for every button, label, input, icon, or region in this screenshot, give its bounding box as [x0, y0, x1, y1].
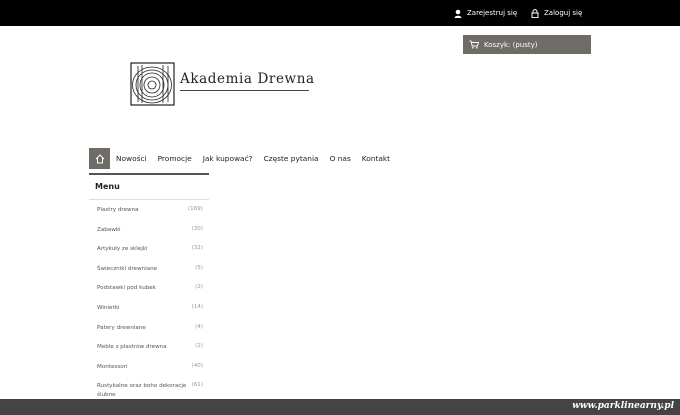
sidebar-item-dekoracje-slubne[interactable]: Rustykalne oraz boho dekoracje ślubne (6… — [89, 376, 209, 400]
sidebar-item-patery[interactable]: Patery drewniane (4) — [89, 318, 209, 338]
nav-item-kontakt[interactable]: Kontakt — [362, 154, 390, 163]
sidebar-item-count: (2) — [195, 343, 203, 350]
sidebar-item-count: (30) — [191, 225, 203, 232]
login-label: Zaloguj się — [544, 9, 583, 17]
sidebar-item-count: (2) — [195, 284, 203, 291]
sidebar-item-swieczniki[interactable]: Świeczniki drewniane (5) — [89, 259, 209, 279]
sidebar-item-label: Rustykalne oraz boho dekoracje ślubne — [97, 383, 187, 399]
nav-item-jak-kupowac[interactable]: Jak kupować? — [203, 154, 253, 163]
sidebar-item-plastry-drewna[interactable]: Plastry drewna (169) — [89, 200, 209, 220]
sidebar-item-zabawki[interactable]: Zabawki (30) — [89, 220, 209, 240]
nav-item-nowosci[interactable]: Nowości — [116, 154, 147, 163]
sidebar-item-winietki[interactable]: Winietki (14) — [89, 298, 209, 318]
watermark-text: www.parklinearny.pl — [572, 401, 674, 411]
lock-icon — [531, 8, 539, 18]
register-label: Zarejestruj się — [467, 9, 518, 17]
sidebar-item-count: (61) — [191, 382, 203, 389]
sidebar-item-label: Winietki — [97, 304, 120, 311]
sidebar-menu: Menu Plastry drewna (169) Zabawki (30) A… — [89, 173, 209, 400]
sidebar-item-label: Zabawki — [97, 226, 121, 233]
main-nav: Nowości Promocje Jak kupować? Częste pyt… — [89, 148, 401, 169]
logo-underline — [180, 90, 309, 91]
nav-item-czeste-pytania[interactable]: Częste pytania — [264, 154, 319, 163]
user-icon — [454, 9, 462, 18]
top-bar: Zarejestruj się Zaloguj się — [0, 0, 680, 26]
login-link[interactable]: Zaloguj się — [531, 0, 582, 26]
sidebar-item-count: (32) — [191, 245, 203, 252]
watermark-bar: www.parklinearny.pl — [0, 399, 680, 415]
cart-label: Koszyk: (pusty) — [484, 40, 538, 49]
sidebar-item-label: Patery drewniane — [97, 324, 146, 331]
sidebar-item-label: Meble z plastrów drewna — [97, 344, 167, 351]
menu-title: Menu — [89, 175, 209, 200]
home-icon — [95, 153, 104, 163]
sidebar-item-count: (4) — [195, 323, 203, 330]
wood-slice-logo-icon — [130, 62, 175, 106]
sidebar-item-count: (14) — [191, 303, 203, 310]
cart-icon — [469, 40, 479, 49]
site-logo[interactable]: Akademia Drewna — [130, 62, 314, 107]
sidebar-item-artykuly-ze-sklejki[interactable]: Artykuły ze sklejki (32) — [89, 239, 209, 259]
sidebar-item-count: (169) — [187, 206, 203, 212]
sidebar-item-montessori[interactable]: Montessori (40) — [89, 357, 209, 377]
sidebar-item-label: Montessori — [97, 363, 128, 370]
register-link[interactable]: Zarejestruj się — [454, 0, 517, 26]
sidebar-item-label: Artykuły ze sklejki — [97, 246, 148, 253]
home-button[interactable] — [89, 148, 110, 169]
cart-button[interactable]: Koszyk: (pusty) — [463, 35, 591, 54]
nav-item-o-nas[interactable]: O nas — [330, 154, 351, 163]
sidebar-item-podstawki[interactable]: Podstawki pod kubek (2) — [89, 278, 209, 298]
sidebar-item-count: (5) — [195, 264, 203, 271]
sidebar-item-count: (40) — [191, 362, 203, 369]
sidebar-item-meble[interactable]: Meble z plastrów drewna (2) — [89, 337, 209, 357]
sidebar-item-label: Podstawki pod kubek — [97, 285, 156, 292]
sidebar-item-label: Świeczniki drewniane — [97, 265, 158, 272]
nav-item-promocje[interactable]: Promocje — [158, 154, 192, 163]
logo-text: Akademia Drewna — [180, 71, 315, 87]
sidebar-item-label: Plastry drewna — [97, 207, 139, 213]
